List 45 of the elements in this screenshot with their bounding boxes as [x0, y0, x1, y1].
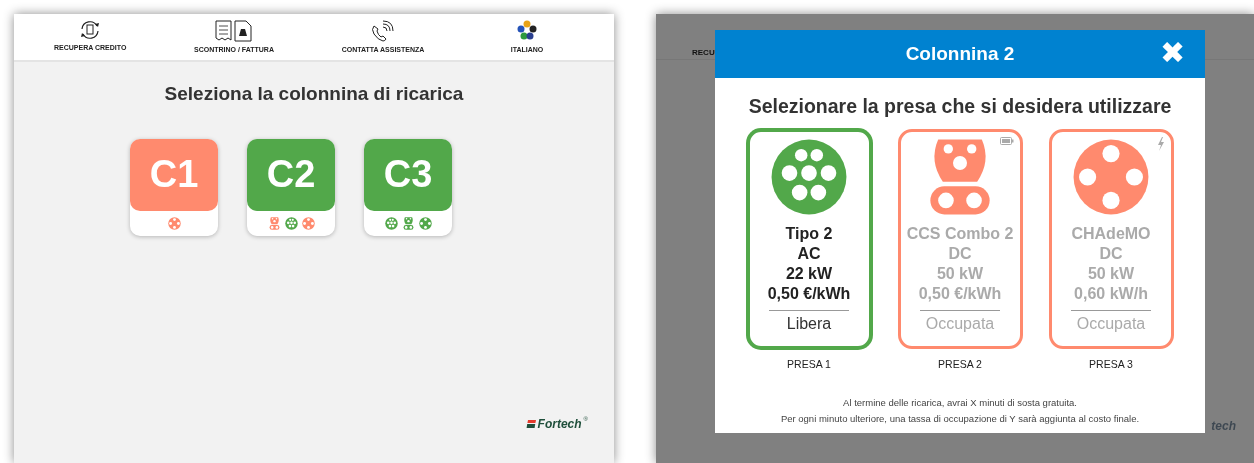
- flags-icon: [516, 20, 538, 42]
- receipt-document-icon: [214, 20, 254, 42]
- power-rating: 50 kW: [936, 264, 984, 285]
- current-type: AC: [797, 244, 821, 265]
- socket-card[interactable]: Tipo 2 AC 22 kW 0,50 €/kWh Libera: [746, 129, 872, 350]
- screen-title: Seleziona la colonnina di ricarica: [163, 82, 465, 106]
- power-rating: 50 kW: [1087, 264, 1135, 285]
- refresh-receipt-icon: [79, 20, 102, 40]
- current-type: DC: [1099, 244, 1123, 265]
- socket-label: PRESA 2: [938, 357, 982, 373]
- connector-name: CCS Combo 2: [906, 224, 1014, 245]
- lightning-bolt-icon: [1156, 137, 1165, 152]
- power-rating: 22 kW: [785, 264, 833, 285]
- station-card[interactable]: C3: [364, 138, 452, 236]
- station-card[interactable]: C1: [130, 138, 218, 236]
- station-label: C2: [247, 138, 335, 211]
- socket-label: PRESA 3: [1089, 357, 1133, 373]
- type2-socket-icon: [770, 138, 848, 217]
- socket-card[interactable]: CCS Combo 2 DC 50 kW 0,50 €/kWh Occupata: [897, 129, 1023, 350]
- info-note: Per ogni minuto ulteriore, una tassa di occupazione di Y sarà aggiunta al costo finale.: [779, 412, 1141, 426]
- current-type: DC: [948, 244, 972, 265]
- phone-icon: [369, 20, 397, 42]
- connector-name: CHAdeMO: [1071, 224, 1151, 245]
- battery-icon: [999, 137, 1014, 146]
- price-rate: 0,50 €/kWh: [767, 284, 851, 305]
- logo-bars-icon: [525, 420, 536, 428]
- socket-status: Occupata: [1076, 314, 1146, 335]
- socket-label: PRESA 1: [787, 357, 831, 373]
- price-rate: 0,60 kW/h: [1074, 284, 1148, 305]
- dialog-title: Colonnina 2: [905, 41, 1015, 66]
- socket-card[interactable]: CHAdeMO DC 50 kW 0,60 kW/h Occupata: [1048, 129, 1174, 350]
- dialog-prompt: Selezionare la presa che si desidera utilizzare: [747, 94, 1173, 119]
- menu-label: RECU: [692, 47, 715, 59]
- station-label: C1: [130, 138, 218, 211]
- socket-status: Occupata: [925, 314, 995, 335]
- brand-logo: tech: [1211, 418, 1236, 435]
- connector-name: Tipo 2: [785, 224, 833, 245]
- four-pin-socket-icon: [1072, 138, 1150, 217]
- socket-status: Libera: [786, 314, 832, 335]
- station-label: C3: [364, 138, 452, 211]
- info-note: Al termine delle ricarica, avrai X minuti di sosta gratuita.: [842, 396, 1078, 410]
- station-card[interactable]: C2: [247, 138, 335, 236]
- close-button[interactable]: ✖: [1158, 35, 1187, 71]
- price-rate: 0,50 €/kWh: [918, 284, 1002, 305]
- brand-logo: Fortech: [537, 416, 582, 433]
